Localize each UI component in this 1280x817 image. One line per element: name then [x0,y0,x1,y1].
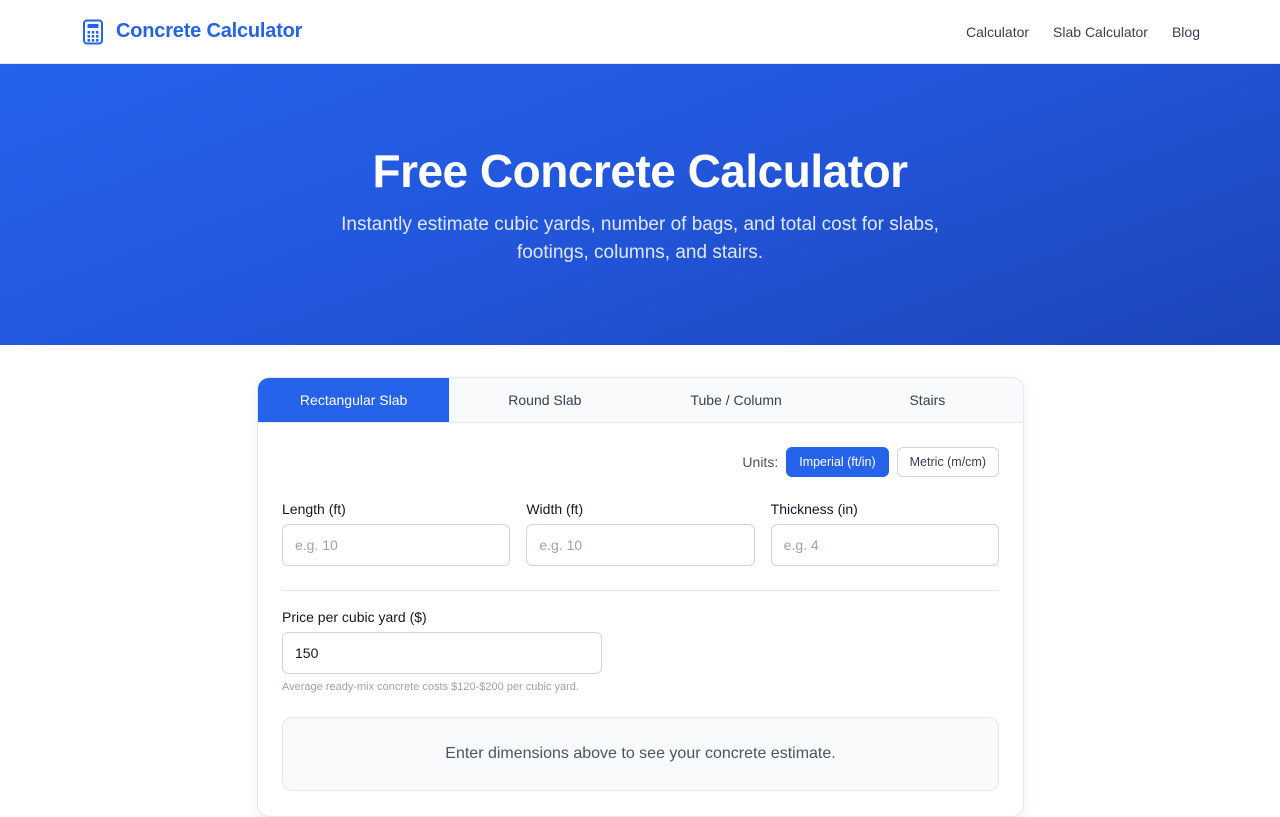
main-nav: Calculator Slab Calculator Blog [966,24,1200,40]
thickness-field-group: Thickness (in) [770,501,999,566]
tab-round-slab[interactable]: Round Slab [449,378,640,422]
thickness-label: Thickness (in) [770,501,858,517]
price-input[interactable] [282,632,602,674]
tab-stairs[interactable]: Stairs [832,378,1023,422]
metric-units-button[interactable]: Metric (m/cm) [896,447,999,477]
units-label: Units: [742,454,779,470]
calculator-icon [83,19,103,44]
width-field-group: Width (ft) [526,501,755,566]
width-label: Width (ft) [526,501,584,517]
thickness-input[interactable] [770,524,999,566]
brand-name: Concrete Calculator [116,20,303,42]
length-label: Length (ft) [282,501,346,517]
brand-link[interactable]: Concrete Calculator [82,19,302,45]
site-header: Concrete Calculator Calculator Slab Calc… [0,0,1280,64]
calculator-card: Rectangular Slab Round Slab Tube / Colum… [257,377,1024,817]
dimension-fields: Length (ft) Width (ft) Thickness (in) [258,477,1023,566]
price-hint: Average ready-mix concrete costs $120-$2… [282,681,579,693]
price-field-group: Price per cubic yard ($) Average ready-m… [258,591,1023,693]
units-toggle: Units: Imperial (ft/in) Metric (m/cm) [258,423,1023,477]
nav-link-slab-calculator[interactable]: Slab Calculator [1053,24,1148,40]
width-input[interactable] [526,524,755,566]
tab-rectangular-slab[interactable]: Rectangular Slab [258,378,450,422]
imperial-units-button[interactable]: Imperial (ft/in) [786,447,889,477]
tab-tube-column[interactable]: Tube / Column [641,378,832,422]
shape-tabs: Rectangular Slab Round Slab Tube / Colum… [258,378,1023,423]
hero-banner: Free Concrete Calculator Instantly estim… [0,64,1280,345]
nav-link-calculator[interactable]: Calculator [966,24,1029,40]
result-message: Enter dimensions above to see your concr… [445,745,836,762]
estimate-result-box: Enter dimensions above to see your concr… [282,717,999,791]
hero-subtitle: Instantly estimate cubic yards, number o… [341,214,939,263]
nav-link-blog[interactable]: Blog [1172,24,1200,40]
price-label: Price per cubic yard ($) [282,609,427,625]
length-field-group: Length (ft) [282,501,511,566]
hero-title: Free Concrete Calculator [372,145,908,197]
length-input[interactable] [282,524,511,566]
